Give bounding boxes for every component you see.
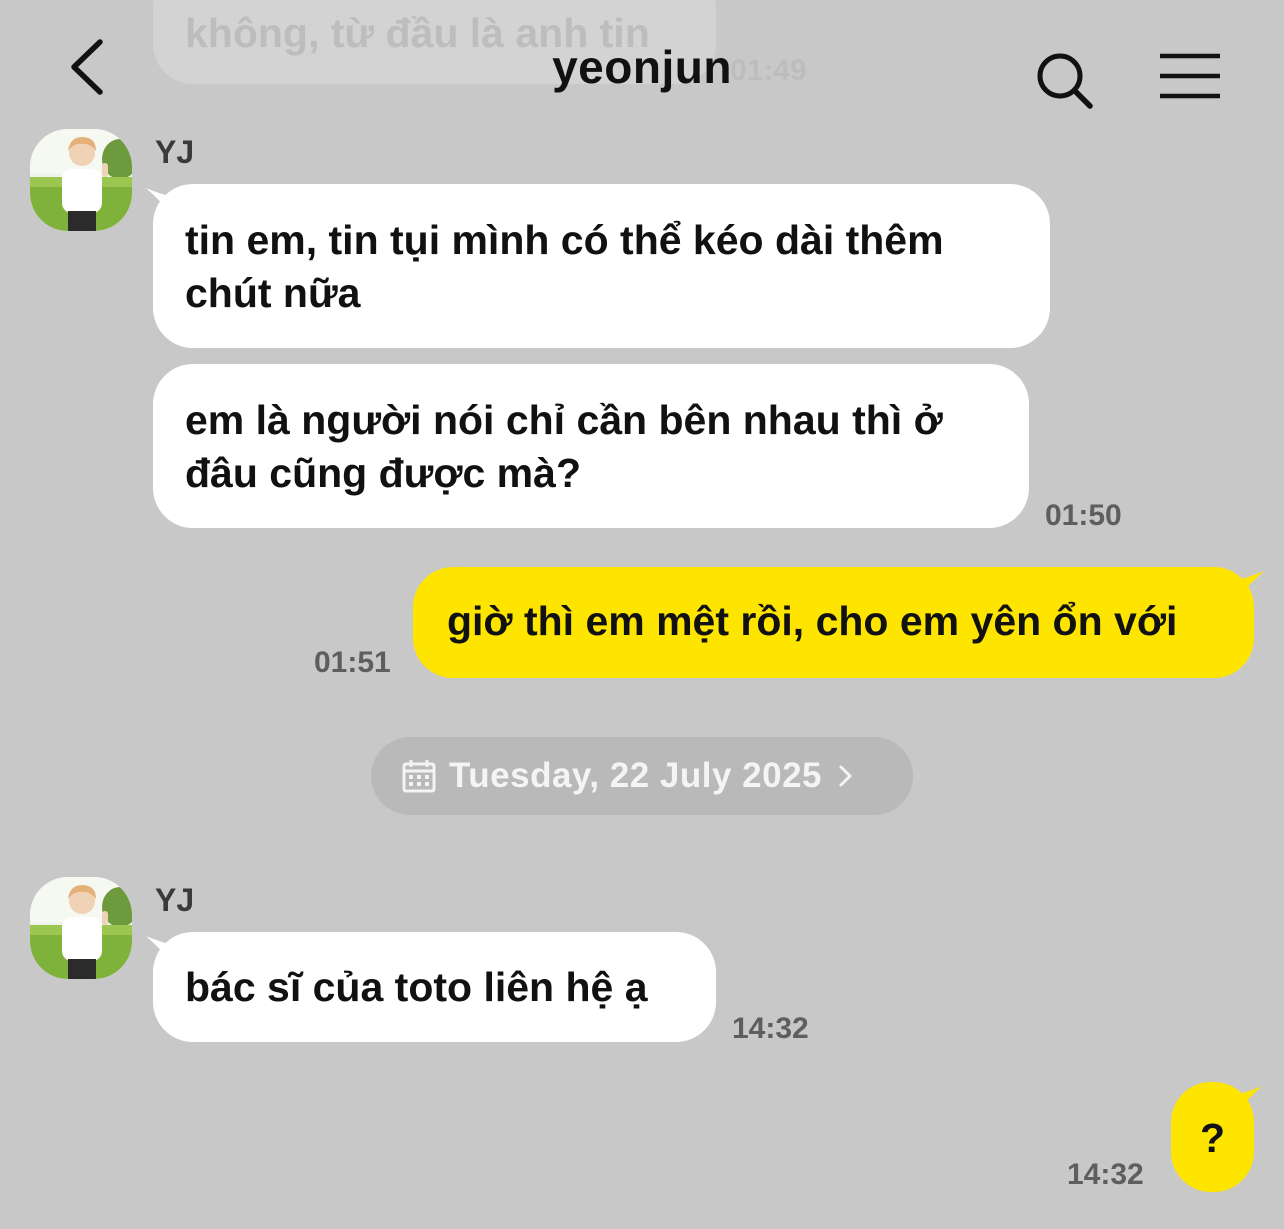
hamburger-menu-icon (1160, 53, 1220, 99)
bubble-tail (1234, 571, 1264, 603)
message-bubble[interactable]: tin em, tin tụi mình có thể kéo dài thêm… (153, 184, 1050, 348)
sender-name: YJ (155, 134, 195, 170)
message-bubble[interactable]: em là người nói chỉ cần bên nhau thì ở đ… (153, 364, 1029, 528)
avatar-photo (30, 129, 132, 231)
date-divider-text: Tuesday, 22 July 2025 (449, 756, 823, 795)
chat-header: yeonjun (0, 0, 1284, 130)
date-divider[interactable]: Tuesday, 22 July 2025 (371, 737, 913, 815)
menu-button[interactable] (1152, 46, 1228, 106)
bubble-tail (1232, 1086, 1262, 1118)
search-button[interactable] (1030, 46, 1100, 116)
chevron-right-icon (839, 765, 852, 787)
message-text: ? (1199, 1115, 1226, 1161)
message-time: 01:51 (314, 646, 391, 679)
chat-area[interactable]: không, từ đầu là anh tin 01:49 yeonjun Y… (0, 0, 1284, 1229)
message-text: bác sĩ của toto liên hệ ạ (185, 964, 648, 1010)
message-bubble[interactable]: bác sĩ của toto liên hệ ạ (153, 932, 716, 1042)
message-time: 14:32 (1067, 1158, 1144, 1191)
message-text: giờ thì em mệt rồi, cho em yên ổn với (447, 598, 1178, 644)
avatar[interactable] (30, 129, 132, 231)
calendar-icon (402, 760, 436, 793)
message-text: tin em, tin tụi mình có thể kéo dài thêm… (185, 217, 944, 316)
search-icon (1037, 53, 1093, 109)
my-message-bubble[interactable]: giờ thì em mệt rồi, cho em yên ổn với (413, 567, 1254, 678)
avatar-photo (30, 877, 132, 979)
message-time: 01:50 (1045, 499, 1122, 532)
message-time: 14:32 (732, 1012, 809, 1045)
avatar[interactable] (30, 877, 132, 979)
sender-name: YJ (155, 882, 195, 918)
message-text: em là người nói chỉ cần bên nhau thì ở đ… (185, 397, 943, 496)
